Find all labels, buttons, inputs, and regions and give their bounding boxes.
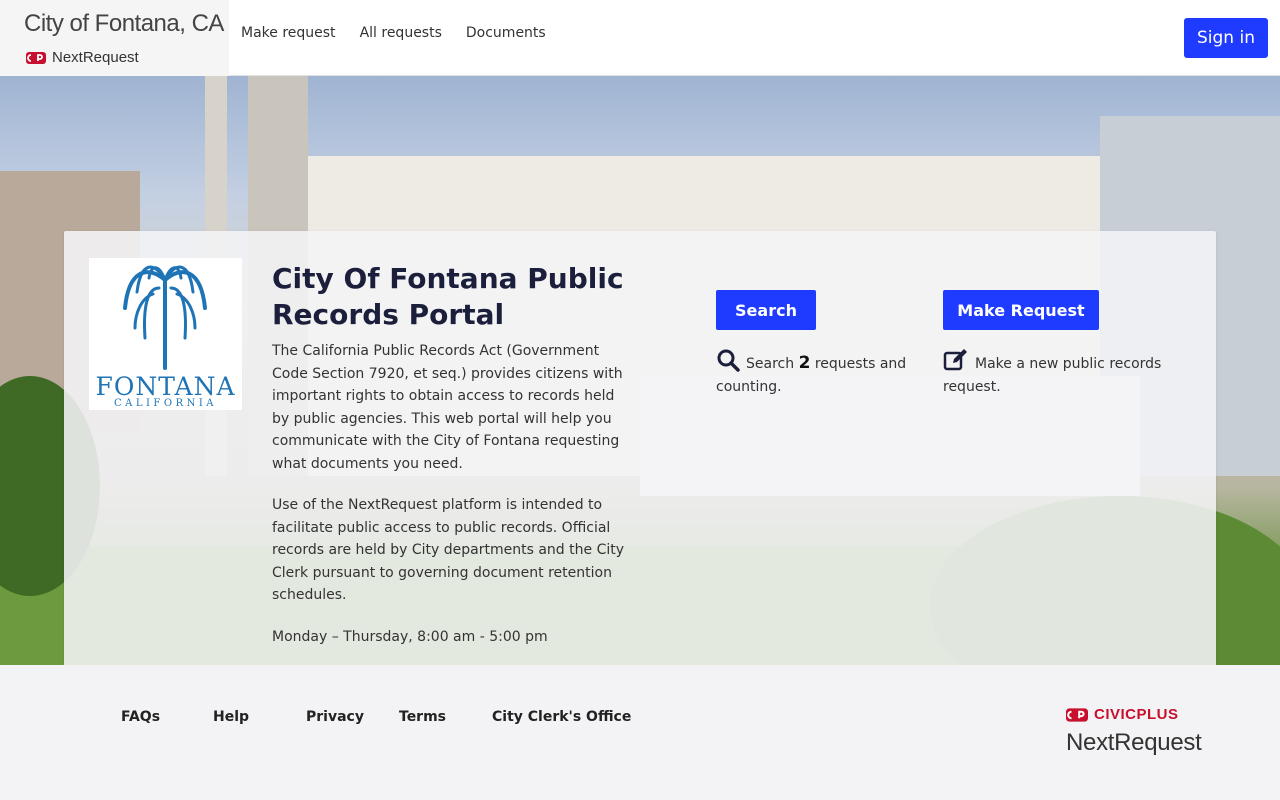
civicplus-logo-icon [26,51,46,64]
platform-paragraph: Use of the NextRequest platform is inten… [272,497,625,604]
search-description: Search 2 requests and counting. [716,348,916,398]
nextrequest-footer-brand: NextRequest [1066,729,1202,756]
main-nav: Make request All requests Documents [241,25,546,41]
search-icon [717,349,740,372]
fontana-logo: FONTANA CALIFORNIA [89,258,242,410]
sign-in-button[interactable]: Sign in [1184,18,1268,58]
page-title: City Of Fontana Public Records Portal [272,262,624,331]
footer-link-privacy[interactable]: Privacy [306,709,364,725]
footer-link-city-clerk[interactable]: City Clerk's Office [492,709,631,725]
brand-title: City of Fontana, CA [24,10,224,37]
search-desc-pre: Search [746,356,799,372]
make-desc-label: Make a new public records request. [943,356,1162,395]
top-header: City of Fontana, CA NextRequest Make req… [0,0,1280,76]
portal-card: FONTANA CALIFORNIA City Of Fontana Publi… [64,231,1216,665]
footer-link-terms[interactable]: Terms [399,709,446,725]
nextrequest-brand: NextRequest [26,49,139,66]
fountain-icon [123,265,207,370]
brand-block[interactable]: City of Fontana, CA NextRequest [0,0,229,76]
footer: FAQs Help Privacy Terms City Clerk's Off… [0,665,1280,800]
hero-background: FONTANA CALIFORNIA City Of Fontana Publi… [0,76,1280,665]
make-request-button[interactable]: Make Request [943,290,1099,330]
make-request-description: Make a new public records request. [943,348,1173,398]
intro-paragraph: The California Public Records Act (Gover… [272,343,623,472]
edit-icon [943,349,967,371]
logo-wordmark: FONTANA [95,372,236,401]
civicplus-label: CIVICPLUS [1094,706,1179,723]
nav-documents[interactable]: Documents [466,25,546,41]
logo-subtitle: CALIFORNIA [113,398,218,409]
request-count: 2 [798,353,811,373]
footer-link-help[interactable]: Help [213,709,249,725]
search-desc-post: requests and counting. [716,356,907,395]
search-button[interactable]: Search [716,290,816,330]
office-hours: Monday – Thursday, 8:00 am - 5:00 pm [272,629,548,645]
civicplus-brand[interactable]: CIVICPLUS [1066,706,1179,723]
brand-sub-label: NextRequest [52,49,139,66]
civicplus-logo-icon [1066,707,1088,722]
nav-make-request[interactable]: Make request [241,25,336,41]
nav-all-requests[interactable]: All requests [360,25,442,41]
footer-link-faqs[interactable]: FAQs [121,709,160,725]
